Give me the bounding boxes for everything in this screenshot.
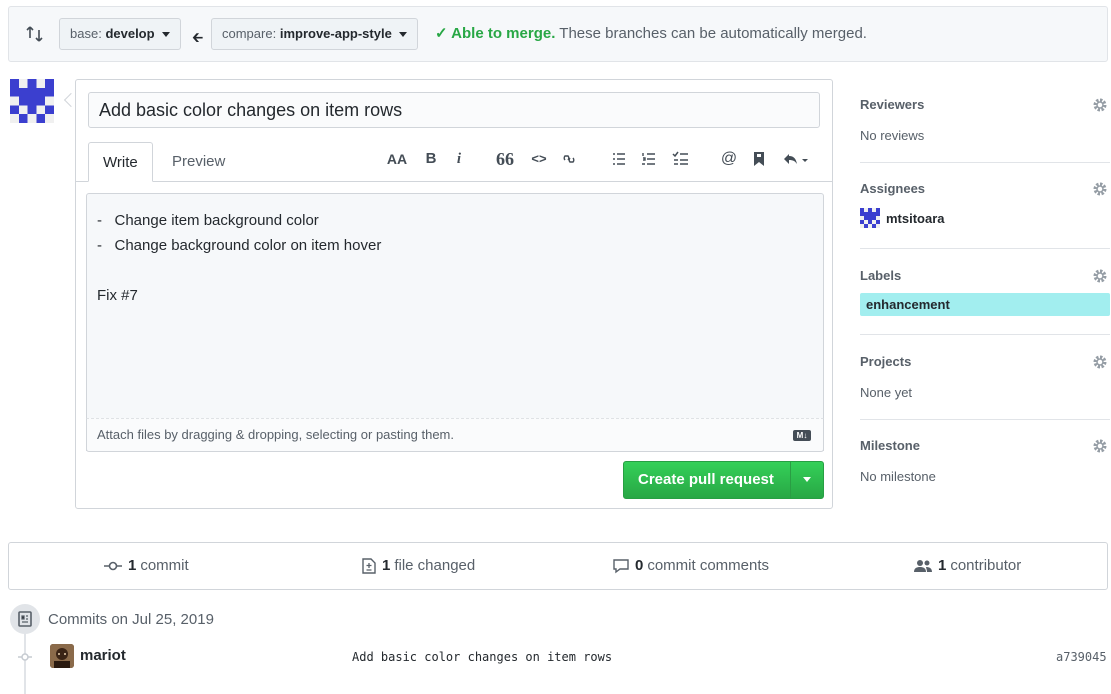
sidebar-divider (860, 334, 1110, 335)
chevron-down-icon (162, 32, 171, 38)
bold-icon[interactable]: B (420, 148, 442, 170)
commit-icon (104, 561, 122, 571)
compare-bar: base: develop 🡰 compare: improve-app-sty… (8, 6, 1108, 62)
timeline-line (24, 632, 26, 694)
commits-count: 1 (128, 557, 137, 574)
comments-count: 0 (635, 557, 644, 574)
labels-section: Labels enhancement (860, 268, 1110, 316)
sidebar-divider (860, 248, 1110, 249)
markdown-icon[interactable]: M↓ (793, 430, 811, 441)
projects-section: Projects None yet (860, 354, 1110, 400)
assignee-item[interactable]: mtsitoara (860, 208, 1110, 228)
sidebar-divider (860, 419, 1110, 420)
reply-icon[interactable] (780, 148, 814, 170)
file-diff-icon (362, 558, 376, 574)
attach-files-bar[interactable]: Attach files by dragging & dropping, sel… (86, 418, 824, 452)
create-pull-request-button[interactable]: Create pull request (623, 461, 824, 499)
assignees-section: Assignees mtsitoara (860, 181, 1110, 228)
gear-icon[interactable] (1092, 438, 1108, 454)
files-changed-tab[interactable]: 1 file changed (362, 543, 475, 589)
pull-request-form: Write Preview AA B i 66 <> @ - Change it… (75, 79, 833, 509)
attach-hint: Attach files by dragging & dropping, sel… (97, 427, 454, 442)
commit-message[interactable]: Add basic color changes on item rows (352, 650, 612, 664)
avatar[interactable] (50, 644, 74, 668)
commits-date-header: Commits on Jul 25, 2019 (48, 611, 214, 628)
merge-message: These branches can be automatically merg… (559, 25, 867, 42)
tab-write[interactable]: Write (88, 142, 153, 182)
base-branch-select[interactable]: base: develop (59, 18, 182, 50)
reviewers-section: Reviewers No reviews (860, 97, 1110, 143)
commits-tab[interactable]: 1 commit (104, 543, 189, 589)
gear-icon[interactable] (1092, 268, 1108, 284)
commit-comments-tab[interactable]: 0 commit comments (613, 543, 769, 589)
create-options-dropdown[interactable] (790, 462, 824, 498)
commit-sha[interactable]: a739045 (1056, 650, 1107, 664)
merge-status: ✓ Able to merge. These branches can be a… (435, 24, 867, 42)
compare-branch-name: improve-app-style (279, 26, 392, 41)
arrow-left-icon: 🡰 (192, 29, 204, 45)
tabs-divider (76, 181, 832, 182)
compare-branch-select[interactable]: compare: improve-app-style (211, 18, 419, 50)
chevron-down-icon (803, 477, 811, 482)
task-list-icon[interactable] (670, 148, 692, 170)
reviewers-title: Reviewers (860, 97, 925, 112)
projects-value: None yet (860, 385, 913, 400)
gear-icon[interactable] (1092, 97, 1108, 113)
assignee-name: mtsitoara (886, 210, 945, 226)
reviewers-value: No reviews (860, 128, 925, 143)
link-icon[interactable] (558, 148, 580, 170)
label-enhancement[interactable]: enhancement (860, 293, 1110, 316)
assignees-title: Assignees (860, 181, 926, 196)
header-icon[interactable]: AA (386, 148, 408, 170)
contributors-tab[interactable]: 1 contributor (914, 543, 1021, 589)
files-label: file changed (394, 557, 476, 574)
body-textarea[interactable]: - Change item background color - Change … (86, 193, 824, 451)
people-icon (914, 560, 932, 572)
mention-icon[interactable]: @ (718, 148, 740, 170)
contributors-count: 1 (938, 557, 947, 574)
create-pull-request-label: Create pull request (638, 471, 774, 488)
tab-preview[interactable]: Preview (158, 142, 239, 182)
body-text[interactable]: - Change item background color - Change … (97, 208, 813, 308)
quote-icon[interactable]: 66 (494, 148, 516, 170)
commits-group-icon (10, 604, 40, 634)
files-count: 1 (382, 557, 391, 574)
base-branch-name: develop (105, 26, 155, 41)
sidebar-divider (860, 162, 1110, 163)
numbered-list-icon[interactable] (638, 148, 660, 170)
chevron-down-icon (399, 32, 408, 38)
comments-label: commit comments (647, 557, 770, 574)
bookmark-icon[interactable] (748, 148, 770, 170)
labels-title: Labels (860, 268, 902, 283)
projects-title: Projects (860, 354, 912, 369)
bulleted-list-icon[interactable] (608, 148, 630, 170)
gear-icon[interactable] (1092, 181, 1108, 197)
milestone-value: No milestone (860, 469, 936, 484)
title-input[interactable] (88, 92, 820, 128)
milestone-section: Milestone No milestone (860, 438, 1110, 484)
merge-ok-text: ✓ Able to merge. (435, 25, 556, 42)
commit-dot-icon (18, 653, 32, 661)
commits-label: commit (140, 557, 189, 574)
code-icon[interactable]: <> (528, 148, 550, 170)
avatar (860, 208, 880, 228)
commit-author[interactable]: mariot (80, 647, 126, 664)
compare-prefix: compare: (222, 26, 277, 41)
milestone-title: Milestone (860, 438, 920, 453)
compare-icon (26, 26, 43, 42)
comment-icon (613, 558, 629, 573)
italic-icon[interactable]: i (448, 148, 470, 170)
avatar[interactable] (10, 79, 54, 123)
compare-summary: 1 commit 1 file changed 0 commit comment… (8, 542, 1108, 590)
gear-icon[interactable] (1092, 354, 1108, 370)
base-prefix: base: (70, 26, 102, 41)
contributors-label: contributor (950, 557, 1022, 574)
